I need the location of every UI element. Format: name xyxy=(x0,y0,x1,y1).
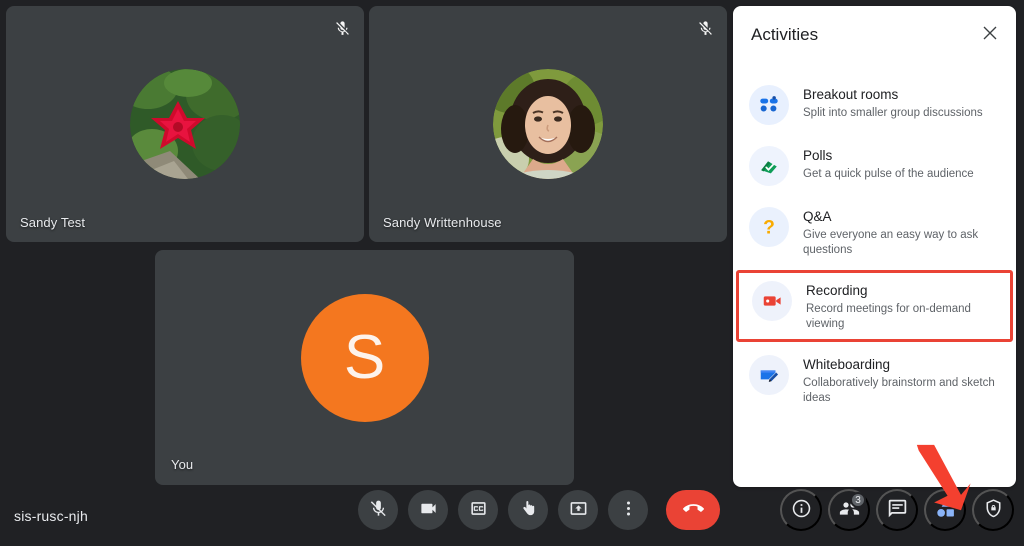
close-icon xyxy=(982,25,998,46)
svg-text:?: ? xyxy=(763,217,775,238)
participant-tile[interactable]: Sandy Test xyxy=(6,6,364,242)
activity-item-whiteboarding[interactable]: Whiteboarding Collaboratively brainstorm… xyxy=(733,344,1016,416)
people-button[interactable]: 3 xyxy=(828,489,870,531)
activity-text: Recording Record meetings for on-demand … xyxy=(806,280,1001,332)
participant-name: Sandy Test xyxy=(20,215,85,230)
activity-subtitle: Split into smaller group discussions xyxy=(803,106,983,121)
activities-icon xyxy=(935,498,956,522)
chat-icon xyxy=(887,498,908,522)
info-icon xyxy=(791,498,812,522)
activity-text: Whiteboarding Collaboratively brainstorm… xyxy=(803,354,1004,406)
call-controls xyxy=(358,482,720,538)
camera-button[interactable] xyxy=(408,490,448,530)
leave-call-button[interactable] xyxy=(666,490,720,530)
avatar: S xyxy=(301,294,429,422)
mic-off-icon xyxy=(369,499,388,521)
participant-count-badge: 3 xyxy=(850,492,866,508)
avatar-initial: S xyxy=(344,322,385,393)
meeting-code: sis-rusc-njh xyxy=(14,508,88,524)
panel-header: Activities xyxy=(733,6,1016,64)
self-name: You xyxy=(171,457,193,472)
activity-text: Breakout rooms Split into smaller group … xyxy=(803,84,983,121)
raise-hand-button[interactable] xyxy=(508,490,548,530)
activity-title: Breakout rooms xyxy=(803,86,983,103)
activity-subtitle: Collaboratively brainstorm and sketch id… xyxy=(803,376,1004,406)
activity-text: Polls Get a quick pulse of the audience xyxy=(803,145,974,182)
participant-name: Sandy Writtenhouse xyxy=(383,215,502,230)
activity-subtitle: Get a quick pulse of the audience xyxy=(803,167,974,182)
activity-title: Recording xyxy=(806,282,1001,299)
activities-panel: Activities xyxy=(733,6,1016,487)
qa-icon: ? xyxy=(749,207,789,247)
page-title: Activities xyxy=(751,25,818,45)
mic-off-icon xyxy=(691,14,719,42)
present-screen-icon xyxy=(569,499,588,521)
activity-title: Q&A xyxy=(803,208,1004,225)
activity-list: Breakout rooms Split into smaller group … xyxy=(733,64,1016,416)
end-call-icon xyxy=(683,498,704,522)
cc-icon xyxy=(469,499,488,521)
activity-item-breakout-rooms[interactable]: Breakout rooms Split into smaller group … xyxy=(733,74,1016,135)
mic-off-icon xyxy=(328,14,356,42)
activity-item-qa[interactable]: ? Q&A Give everyone an easy way to ask q… xyxy=(733,196,1016,268)
chat-button[interactable] xyxy=(876,489,918,531)
activity-title: Polls xyxy=(803,147,974,164)
polls-icon xyxy=(749,146,789,186)
activity-title: Whiteboarding xyxy=(803,356,1004,373)
video-grid: Sandy Test xyxy=(0,0,732,490)
activity-subtitle: Record meetings for on-demand viewing xyxy=(806,302,1001,332)
activity-item-recording[interactable]: Recording Record meetings for on-demand … xyxy=(736,270,1013,342)
present-button[interactable] xyxy=(558,490,598,530)
self-tile[interactable]: S You xyxy=(155,250,574,485)
activity-text: Q&A Give everyone an easy way to ask que… xyxy=(803,206,1004,258)
activity-subtitle: Give everyone an easy way to ask questio… xyxy=(803,228,1004,258)
participant-tile[interactable]: Sandy Writtenhouse xyxy=(369,6,727,242)
host-controls-button[interactable] xyxy=(972,489,1014,531)
hand-icon xyxy=(519,499,538,521)
breakout-rooms-icon xyxy=(749,85,789,125)
participant-photo-portrait xyxy=(493,69,603,179)
activities-button[interactable] xyxy=(924,489,966,531)
secondary-controls: 3 xyxy=(780,482,1014,538)
more-vertical-icon xyxy=(619,499,638,521)
captions-button[interactable] xyxy=(458,490,498,530)
whiteboarding-icon xyxy=(749,355,789,395)
more-options-button[interactable] xyxy=(608,490,648,530)
recording-icon xyxy=(752,281,792,321)
camera-icon xyxy=(419,499,438,521)
shield-lock-icon xyxy=(983,498,1004,522)
meet-window: Sandy Test xyxy=(0,0,1024,546)
meeting-details-button[interactable] xyxy=(780,489,822,531)
participant-photo-flower xyxy=(130,69,240,179)
close-button[interactable] xyxy=(974,19,1006,51)
microphone-button[interactable] xyxy=(358,490,398,530)
activity-item-polls[interactable]: Polls Get a quick pulse of the audience xyxy=(733,135,1016,196)
